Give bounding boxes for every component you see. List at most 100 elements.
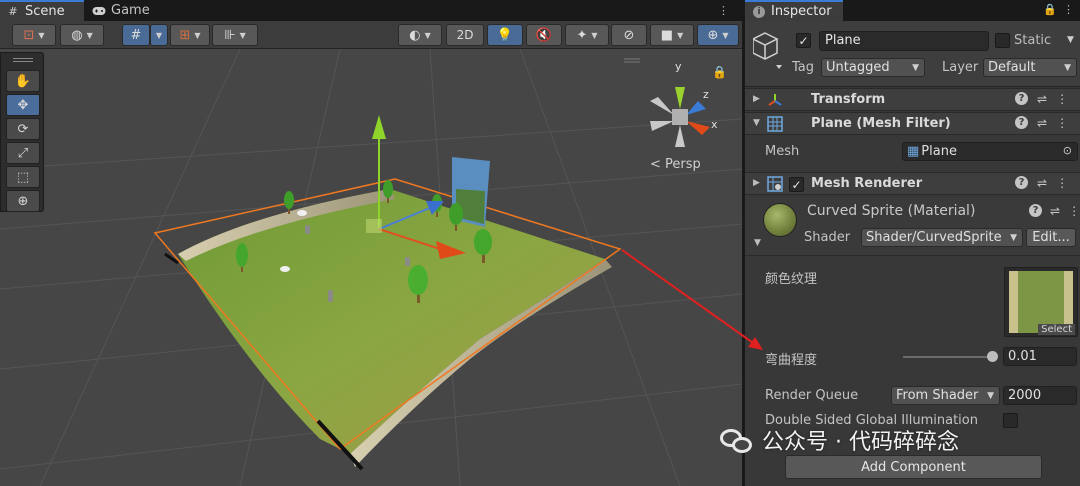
draw-mode-button[interactable]: ◐ ▼: [398, 24, 442, 46]
texture-select-button[interactable]: Select: [1038, 324, 1075, 335]
material-header: ▼ Curved Sprite (Material) ? ⇌ ⋮ Shader …: [745, 198, 1080, 256]
tab-inspector[interactable]: i Inspector: [745, 0, 843, 21]
global-local-button[interactable]: ◍ ▼: [60, 24, 104, 46]
visibility-toggle[interactable]: ⊘: [611, 24, 647, 46]
object-name-input[interactable]: Plane: [819, 31, 989, 51]
transform-axes-icon: [768, 94, 782, 106]
layer-dropdown[interactable]: Default ▼: [983, 58, 1077, 77]
grid-snap-button[interactable]: #: [122, 24, 150, 46]
foldout-down-icon[interactable]: ▼: [754, 238, 761, 248]
component-mesh-filter[interactable]: ▼ Plane (Mesh Filter) ? ⇌ ⋮: [745, 112, 1080, 135]
render-queue-field[interactable]: 2000: [1003, 386, 1077, 405]
foldout-down-icon[interactable]: ▼: [753, 118, 760, 128]
preset-icon[interactable]: ⇌: [1037, 116, 1047, 130]
tab-scene-label: Scene: [25, 4, 65, 19]
material-header-icons: ? ⇌ ⋮: [1029, 204, 1080, 218]
render-queue-dropdown[interactable]: From Shader ▼: [891, 386, 1000, 405]
material-name: Curved Sprite (Material): [807, 203, 976, 219]
gizmos-button[interactable]: ⊕ ▼: [697, 24, 739, 46]
hand-tool[interactable]: ✋: [6, 70, 40, 92]
tab-game-label: Game: [111, 3, 150, 18]
help-icon[interactable]: ?: [1015, 116, 1028, 129]
tool-strip-grip[interactable]: [13, 58, 33, 62]
audio-toggle[interactable]: 🔇: [526, 24, 562, 46]
gizmo-handle-button[interactable]: ⊡ ▼: [12, 24, 56, 46]
inspector-panel: i Inspector 🔒 ⋮ ✓ Plane Static ▼ Tag Unt…: [744, 0, 1080, 486]
terrain-plane[interactable]: [178, 189, 612, 467]
renderer-enabled-checkbox[interactable]: ✓: [789, 177, 804, 192]
orientation-gizmo[interactable]: [650, 87, 710, 147]
component-menu-icon[interactable]: ⋮: [1056, 176, 1068, 190]
move-tool[interactable]: ✥: [6, 94, 40, 116]
chevron-down-icon: ▼: [1064, 63, 1071, 73]
lock-icon[interactable]: 🔒: [1043, 3, 1057, 16]
texture-slot[interactable]: Select: [1004, 267, 1078, 337]
component-title: Plane (Mesh Filter): [811, 116, 951, 131]
mode-2d-button[interactable]: 2D: [446, 24, 484, 46]
tab-scene[interactable]: # Scene: [0, 0, 84, 21]
edit-shader-button[interactable]: Edit...: [1026, 228, 1076, 247]
scene-panel: # Scene Game ⋮ ⊡ ▼ ◍ ▼ # ▼ ⊞ ▼ ⊪ ▼ ◐ ▼ 2…: [0, 0, 742, 486]
preset-icon[interactable]: ⇌: [1037, 176, 1047, 190]
shader-dropdown[interactable]: Shader/CurvedSprite ▼: [861, 228, 1023, 247]
curve-value-field[interactable]: 0.01: [1003, 347, 1077, 366]
static-checkbox[interactable]: [995, 33, 1010, 48]
help-icon[interactable]: ?: [1015, 176, 1028, 189]
preset-icon[interactable]: ⇌: [1050, 204, 1060, 218]
material-preview[interactable]: [763, 203, 797, 237]
tag-dropdown[interactable]: Untagged ▼: [821, 58, 925, 77]
component-header-icons: ? ⇌ ⋮: [1015, 176, 1068, 190]
lighting-toggle[interactable]: 💡: [487, 24, 523, 46]
material-menu-icon[interactable]: ⋮: [1068, 204, 1080, 218]
dsgi-checkbox[interactable]: [1003, 413, 1018, 428]
rect-tool[interactable]: ⬚: [6, 166, 40, 188]
projection-toggle[interactable]: < Persp: [650, 157, 701, 172]
foldout-right-icon[interactable]: ▶: [753, 178, 760, 188]
info-icon: i: [753, 5, 765, 18]
pivot-icon: ⊡: [23, 27, 35, 43]
ruler-icon: ⊪: [224, 27, 236, 43]
rotate-icon: ⟳: [17, 121, 29, 137]
active-checkbox[interactable]: ✓: [796, 33, 811, 48]
curve-label: 弯曲程度: [765, 353, 818, 368]
preset-icon[interactable]: ⇌: [1037, 92, 1047, 106]
transform-tool[interactable]: ⊕: [6, 190, 40, 212]
watermark: 公众号 · 代码碎碎念: [720, 424, 959, 456]
help-icon[interactable]: ?: [1015, 92, 1028, 105]
snap-increment-button[interactable]: ⊞ ▼: [170, 24, 210, 46]
scene-toolbar: ⊡ ▼ ◍ ▼ # ▼ ⊞ ▼ ⊪ ▼ ◐ ▼ 2D 💡 🔇 ✦ ▼ ⊘ ■ ▼…: [0, 21, 742, 49]
effects-button[interactable]: ✦ ▼: [565, 24, 609, 46]
grid-snap-dropdown[interactable]: ▼: [150, 24, 168, 46]
overlay-menu-icon[interactable]: [624, 58, 640, 63]
inspector-menu-icon[interactable]: ⋮: [1063, 3, 1074, 16]
scale-tool[interactable]: ⤢: [6, 142, 40, 164]
chevron-down-icon: ▼: [1010, 233, 1017, 243]
rect-icon: ⬚: [16, 169, 30, 185]
tab-inspector-label: Inspector: [771, 4, 832, 19]
layer-label: Layer: [942, 60, 979, 75]
curve-slider-track[interactable]: [903, 356, 991, 358]
ruler-button[interactable]: ⊪ ▼: [212, 24, 258, 46]
component-menu-icon[interactable]: ⋮: [1056, 92, 1068, 106]
inspector-tabbar: i Inspector 🔒 ⋮: [745, 0, 1080, 21]
scene-viewport[interactable]: 🔒: [0, 49, 742, 486]
gizmo-lock-icon[interactable]: 🔒: [712, 65, 727, 79]
add-component-button[interactable]: Add Component: [785, 455, 1042, 479]
help-icon[interactable]: ?: [1029, 204, 1042, 217]
component-menu-icon[interactable]: ⋮: [1056, 116, 1068, 130]
mesh-grid-icon: ▦: [907, 144, 920, 159]
component-transform[interactable]: ▶ Transform ? ⇌ ⋮: [745, 88, 1080, 111]
tab-game[interactable]: Game: [86, 0, 162, 21]
curve-slider-thumb[interactable]: [987, 351, 998, 362]
tab-menu-icon[interactable]: ⋮: [718, 4, 730, 17]
foldout-right-icon[interactable]: ▶: [753, 94, 760, 104]
object-picker-icon[interactable]: ⊙: [1063, 144, 1072, 157]
mesh-object-field[interactable]: ▦ Plane ⊙: [902, 142, 1078, 161]
camera-button[interactable]: ■ ▼: [650, 24, 694, 46]
component-mesh-renderer[interactable]: ▶ ✓ Mesh Renderer ? ⇌ ⋮: [745, 172, 1080, 195]
static-dropdown-icon[interactable]: ▼: [1067, 35, 1074, 45]
back-chevron-icon: <: [650, 157, 661, 172]
layer-value: Default: [988, 60, 1036, 75]
rotate-tool[interactable]: ⟳: [6, 118, 40, 140]
gizmo-sphere-icon: ⊕: [707, 27, 719, 43]
